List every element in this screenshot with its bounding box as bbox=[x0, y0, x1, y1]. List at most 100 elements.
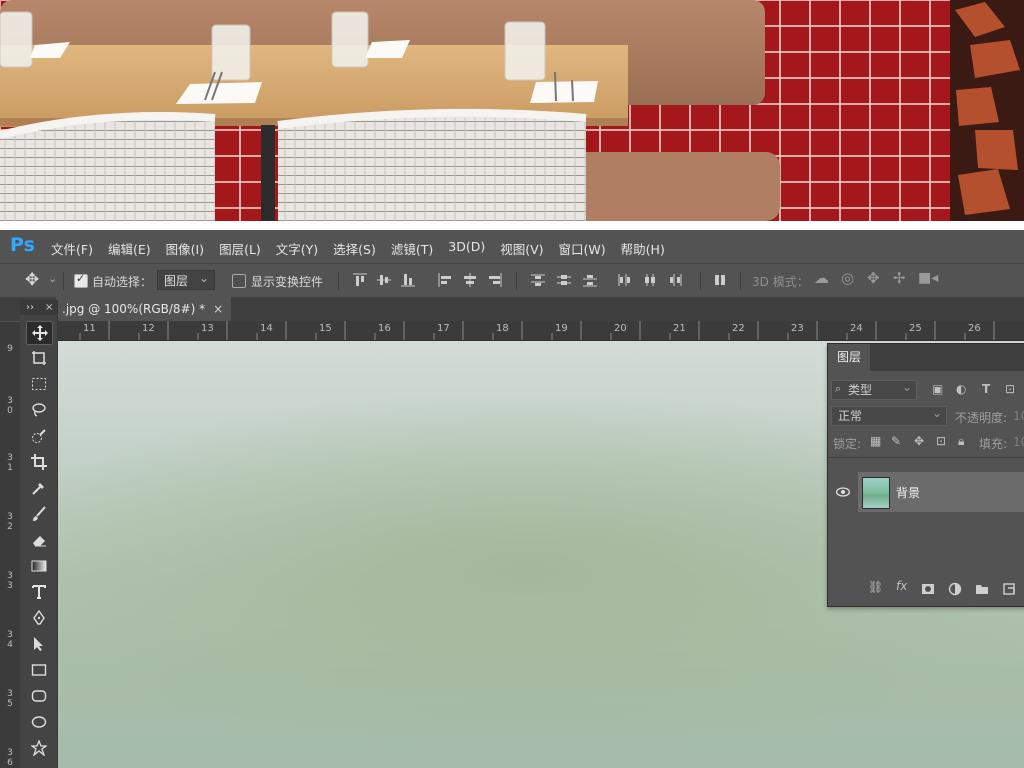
align-right-icon[interactable] bbox=[486, 273, 502, 287]
filter-pixel-icon[interactable]: ▣ bbox=[932, 382, 943, 396]
align-top-icon[interactable] bbox=[352, 273, 368, 287]
3d-slide-icon[interactable]: ✢ bbox=[893, 269, 906, 287]
distribute-top-icon[interactable] bbox=[530, 273, 546, 287]
photoshop-window: Ps 文件(F) 编辑(E) 图像(I) 图层(L) 文字(Y) 选择(S) 滤… bbox=[0, 230, 1024, 768]
gradient-icon[interactable] bbox=[26, 555, 51, 577]
align-left-icon[interactable] bbox=[438, 273, 454, 287]
brush-icon[interactable] bbox=[26, 503, 51, 525]
vertical-ruler: 9 3 0 3 1 3 2 3 3 3 4 3 5 3 6 bbox=[0, 322, 20, 768]
quick-selection-icon[interactable] bbox=[26, 425, 51, 447]
artboard-tool-icon[interactable] bbox=[26, 347, 51, 369]
move-tool-preset-icon[interactable]: ✥ bbox=[25, 270, 39, 290]
lock-all-icon[interactable]: 🔒︎ bbox=[958, 434, 964, 449]
align-vertical-center-icon[interactable] bbox=[376, 273, 392, 287]
ruler-label: 26 bbox=[968, 323, 981, 334]
rounded-rectangle-icon[interactable] bbox=[26, 685, 51, 707]
divider bbox=[516, 272, 517, 290]
auto-select-target-dropdown[interactable]: 图层 bbox=[157, 268, 215, 290]
add-mask-icon[interactable] bbox=[921, 582, 935, 596]
menu-filter[interactable]: 滤镜(T) bbox=[391, 239, 433, 258]
distribute-bottom-icon[interactable] bbox=[582, 273, 598, 287]
ruler-label: 17 bbox=[437, 323, 450, 334]
show-transform-checkbox[interactable] bbox=[232, 274, 246, 288]
opacity-value[interactable]: 10 bbox=[1013, 409, 1024, 423]
ruler-label: 23 bbox=[791, 323, 804, 334]
auto-select-checkbox[interactable] bbox=[74, 272, 88, 288]
auto-select-label: 自动选择： bbox=[92, 275, 153, 289]
layer-row[interactable]: 背景 bbox=[858, 472, 1024, 512]
auto-align-layers-icon[interactable] bbox=[713, 273, 729, 287]
link-layers-icon[interactable]: ⛓︎ bbox=[868, 580, 883, 594]
horizontal-ruler: 11 12 13 14 15 16 17 18 19 20 21 22 23 2… bbox=[58, 321, 1024, 341]
menu-type[interactable]: 文字(Y) bbox=[276, 239, 318, 258]
lock-artboard-icon[interactable]: ⊡ bbox=[936, 434, 946, 448]
ruler-label: 3 2 bbox=[7, 512, 13, 532]
layer-filter-dropdown[interactable]: 类型 bbox=[831, 378, 917, 400]
menu-help[interactable]: 帮助(H) bbox=[621, 239, 665, 258]
menu-edit[interactable]: 编辑(E) bbox=[108, 239, 151, 258]
align-bottom-icon[interactable] bbox=[400, 273, 416, 287]
layer-thumbnail bbox=[862, 477, 890, 509]
menu-layer[interactable]: 图层(L) bbox=[219, 239, 261, 258]
pen-tool-icon[interactable] bbox=[26, 607, 51, 629]
new-group-folder-icon[interactable] bbox=[975, 582, 989, 596]
menu-view[interactable]: 视图(V) bbox=[500, 239, 543, 258]
menu-select[interactable]: 选择(S) bbox=[333, 239, 376, 258]
lasso-icon[interactable] bbox=[26, 399, 51, 421]
align-horizontal-center-icon[interactable] bbox=[462, 273, 478, 287]
new-layer-icon[interactable] bbox=[1002, 582, 1016, 596]
layer-style-fx-icon[interactable]: fx bbox=[896, 579, 910, 593]
crop-icon[interactable] bbox=[26, 451, 51, 473]
move-tool-icon[interactable] bbox=[26, 321, 53, 345]
blend-mode-dropdown[interactable]: 正常 bbox=[831, 404, 947, 426]
document-tab[interactable]: .jpg @ 100%(RGB/8#) * × bbox=[56, 297, 232, 321]
lock-position-icon[interactable]: ✥ bbox=[914, 434, 924, 448]
chevron-down-icon[interactable]: ⌄ bbox=[48, 272, 57, 285]
collapse-icon[interactable]: ›› bbox=[26, 300, 34, 315]
reference-photo bbox=[0, 0, 1024, 221]
photo-divider bbox=[0, 221, 1024, 230]
show-transform-label: 显示变换控件 bbox=[251, 275, 324, 289]
ellipse-tool-icon[interactable] bbox=[26, 711, 51, 733]
distribute-vertical-center-icon[interactable] bbox=[556, 273, 572, 287]
document-tab-title: .jpg @ 100%(RGB/8#) * bbox=[62, 302, 206, 316]
rectangle-tool-icon[interactable] bbox=[26, 659, 51, 681]
custom-shape-icon[interactable] bbox=[26, 737, 51, 759]
menu-window[interactable]: 窗口(W) bbox=[559, 239, 606, 258]
ruler-label: 18 bbox=[496, 323, 509, 334]
3d-roll-icon[interactable]: ◎ bbox=[841, 269, 854, 287]
layers-panel-footer: ⛓︎ fx bbox=[828, 574, 1024, 604]
divider bbox=[828, 457, 1024, 458]
type-tool-icon[interactable] bbox=[26, 581, 51, 603]
ruler-label: 11 bbox=[83, 323, 96, 334]
close-icon[interactable]: × bbox=[45, 300, 53, 315]
3d-drag-icon[interactable]: ✥ bbox=[867, 269, 880, 287]
menu-3d[interactable]: 3D(D) bbox=[448, 239, 485, 258]
divider bbox=[700, 272, 701, 290]
filter-type-icon[interactable]: T bbox=[982, 382, 990, 396]
distribute-horizontal-center-icon[interactable] bbox=[642, 273, 658, 287]
layers-panel: 图层 类型 ⌕ ▣ ◐ T ⊡ 正常 不透明度: 10 锁定: ▦ ✎ ✥ ⊡ … bbox=[827, 343, 1024, 607]
eraser-icon[interactable] bbox=[26, 529, 51, 551]
adjustment-layer-icon[interactable] bbox=[948, 582, 962, 596]
path-selection-icon[interactable] bbox=[26, 633, 51, 655]
lock-image-icon[interactable]: ✎ bbox=[891, 434, 901, 448]
filter-shape-icon[interactable]: ⊡ bbox=[1005, 382, 1015, 396]
menu-file[interactable]: 文件(F) bbox=[51, 239, 93, 258]
menu-image[interactable]: 图像(I) bbox=[166, 239, 204, 258]
distribute-right-icon[interactable] bbox=[668, 273, 684, 287]
ruler-label: 16 bbox=[378, 323, 391, 334]
3d-rotate-icon[interactable]: ☁ bbox=[814, 269, 829, 287]
close-icon[interactable]: × bbox=[213, 302, 223, 316]
visibility-eye-icon[interactable] bbox=[828, 472, 857, 512]
fill-value[interactable]: 10 bbox=[1013, 435, 1024, 449]
menu-bar: Ps 文件(F) 编辑(E) 图像(I) 图层(L) 文字(Y) 选择(S) 滤… bbox=[0, 230, 1024, 262]
distribute-left-icon[interactable] bbox=[616, 273, 632, 287]
eyedropper-icon[interactable] bbox=[26, 477, 51, 499]
options-bar: ✥ ⌄ 自动选择： 图层 显示变换控件 3D 模式： ☁ ◎ ✥ ✢ ■◂ bbox=[0, 263, 1024, 297]
rectangular-marquee-icon[interactable] bbox=[26, 373, 51, 395]
3d-camera-icon[interactable]: ■◂ bbox=[918, 270, 938, 286]
lock-transparent-icon[interactable]: ▦ bbox=[870, 434, 881, 448]
filter-adjustment-icon[interactable]: ◐ bbox=[956, 382, 966, 396]
tab-layers[interactable]: 图层 bbox=[828, 344, 871, 371]
